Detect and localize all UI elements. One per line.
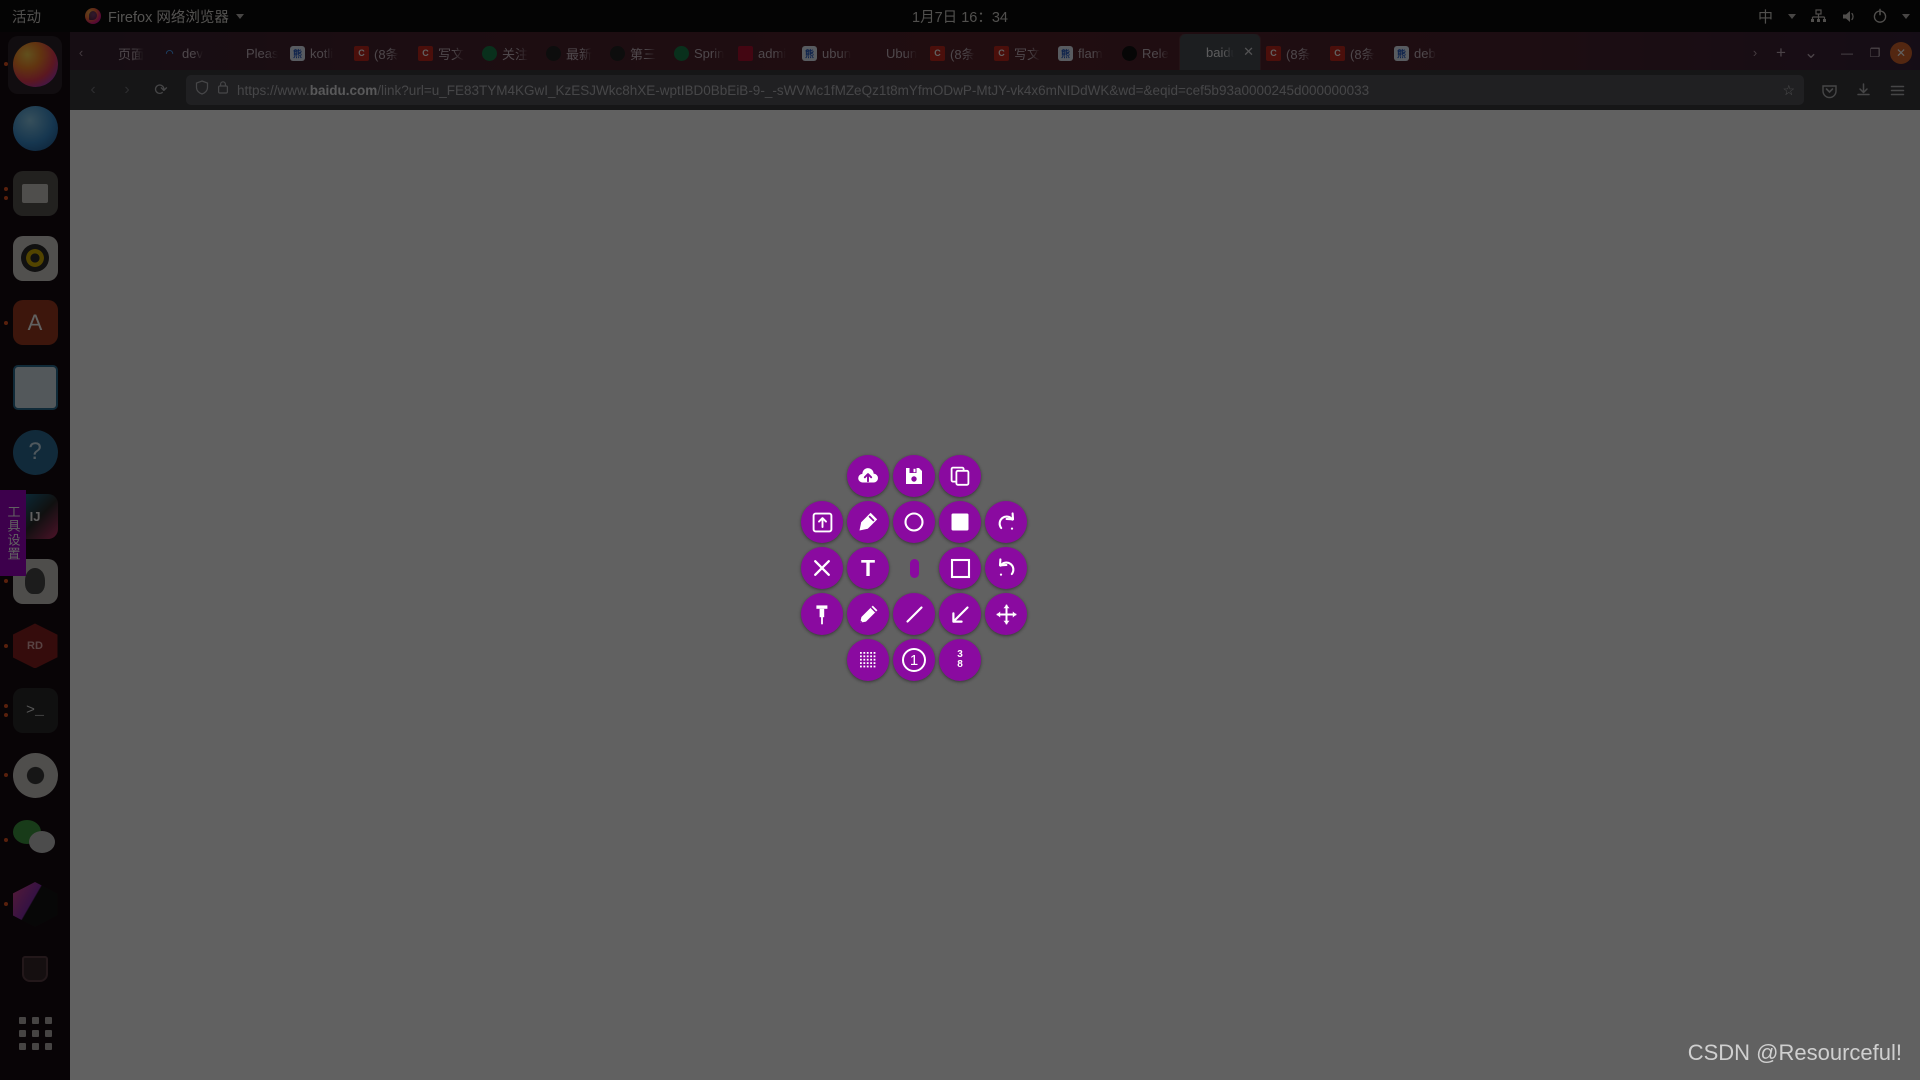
text-t-icon: T <box>860 554 876 581</box>
flameshot-tool-menu: T 1 3 8 <box>0 0 1920 1080</box>
marker-highlighter-icon <box>857 511 879 533</box>
copy-button[interactable] <box>939 455 981 497</box>
close-x-icon <box>812 558 832 578</box>
pixelate-button[interactable] <box>847 639 889 681</box>
blur-button[interactable] <box>893 547 935 589</box>
text-button[interactable]: T <box>847 547 889 589</box>
move-arrows-icon <box>996 604 1017 625</box>
undo-button[interactable] <box>985 547 1027 589</box>
pencil-button[interactable] <box>847 593 889 635</box>
size-indicator-button[interactable]: 3 8 <box>939 639 981 681</box>
cloud-upload-icon <box>857 467 879 485</box>
counter-button[interactable]: 1 <box>893 639 935 681</box>
copy-icon <box>950 466 970 486</box>
filled-rect-button[interactable] <box>939 501 981 543</box>
exit-button[interactable] <box>801 547 843 589</box>
pin-button[interactable] <box>801 593 843 635</box>
floppy-save-icon <box>904 466 924 486</box>
pill-blur-icon <box>909 558 919 578</box>
mosaic-grid-icon <box>858 650 878 670</box>
move-selection-button[interactable] <box>985 593 1027 635</box>
pin-icon <box>813 604 831 625</box>
arrow-down-left-icon <box>950 604 971 625</box>
redo-button[interactable] <box>985 501 1027 543</box>
watermark: CSDN @Resourceful! <box>1687 1040 1902 1065</box>
redo-arrow-icon <box>996 511 1017 533</box>
marker-button[interactable] <box>847 501 889 543</box>
fraction-icon: 3 8 <box>957 650 963 670</box>
counter-value: 1 <box>909 651 919 669</box>
pencil-icon <box>858 604 879 625</box>
arrow-button[interactable] <box>939 593 981 635</box>
save-button[interactable] <box>893 455 935 497</box>
open-app-button[interactable] <box>801 501 843 543</box>
circle-button[interactable] <box>893 501 935 543</box>
undo-arrow-icon <box>996 557 1017 579</box>
line-icon <box>904 604 925 625</box>
fraction-denominator: 8 <box>957 659 963 670</box>
circle-outline-icon <box>903 511 925 533</box>
square-outline-icon <box>950 558 971 579</box>
filled-square-icon <box>950 512 970 532</box>
circled-one-icon: 1 <box>902 648 926 672</box>
line-button[interactable] <box>893 593 935 635</box>
upload-to-cloud-button[interactable] <box>847 455 889 497</box>
open-in-app-icon <box>812 512 833 533</box>
rectangle-button[interactable] <box>939 547 981 589</box>
